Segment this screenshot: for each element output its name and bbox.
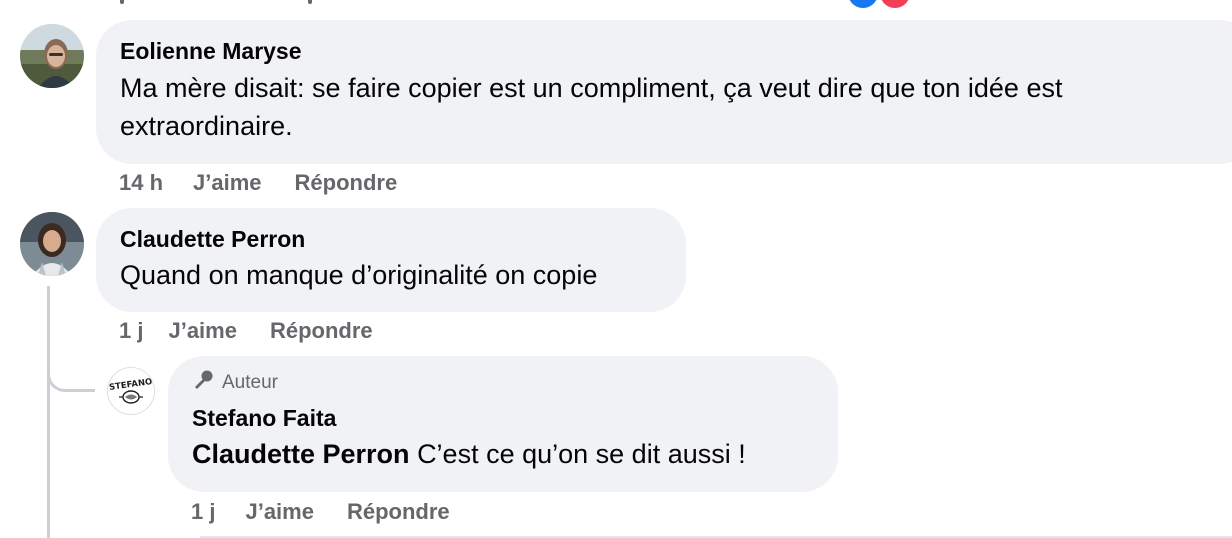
author-badge-label: Auteur — [222, 372, 278, 393]
comment-actions: 14 h J’aime Répondre — [119, 168, 397, 198]
comment-author[interactable]: Eolienne Maryse — [120, 36, 1232, 66]
microphone-icon — [192, 369, 214, 397]
like-button[interactable]: J’aime — [168, 318, 237, 344]
comment-author[interactable]: Claudette Perron — [120, 224, 662, 254]
avatar[interactable] — [20, 212, 84, 276]
comment-timestamp[interactable]: 14 h — [119, 170, 163, 196]
thread-branch — [47, 350, 95, 392]
author-badge: Auteur — [192, 370, 814, 396]
comment-timestamp[interactable]: 1 j — [191, 499, 215, 525]
comment-text: Ma mère disait: se faire copier est un c… — [120, 73, 1063, 141]
reply-text: C’est ce qu’on se dit aussi ! — [417, 439, 746, 469]
love-reaction-icon[interactable] — [880, 0, 910, 8]
comment-actions: 1 j J’aime Répondre — [191, 497, 450, 527]
mention-link[interactable]: Claudette Perron — [192, 439, 410, 469]
like-button[interactable]: J’aime — [245, 499, 314, 525]
comments-section: Eolienne Maryse Ma mère disait: se faire… — [0, 0, 1232, 538]
comment-timestamp[interactable]: 1 j — [119, 318, 143, 344]
thread-line — [47, 286, 50, 538]
reply-button[interactable]: Répondre — [295, 170, 398, 196]
cut-off-meta-row — [118, 0, 338, 4]
like-button[interactable]: J’aime — [193, 170, 262, 196]
comment-bubble: Eolienne Maryse Ma mère disait: se faire… — [96, 20, 1232, 164]
avatar[interactable]: STEFANO — [107, 367, 155, 415]
comment-text: Quand on manque d’originalité on copie — [120, 260, 598, 290]
reply-button[interactable]: Répondre — [347, 499, 450, 525]
comment-actions: 1 j J’aime Répondre — [119, 316, 373, 346]
comment-text: Claudette Perron C’est ce qu’on se dit a… — [192, 435, 814, 473]
comment-bubble: Claudette Perron Quand on manque d’origi… — [96, 208, 686, 312]
like-reaction-icon[interactable] — [848, 0, 878, 8]
reply-bubble: Auteur Stefano Faita Claudette Perron C’… — [168, 356, 838, 492]
avatar[interactable] — [20, 24, 84, 88]
comment-author[interactable]: Stefano Faita — [192, 403, 814, 433]
reply-button[interactable]: Répondre — [270, 318, 373, 344]
